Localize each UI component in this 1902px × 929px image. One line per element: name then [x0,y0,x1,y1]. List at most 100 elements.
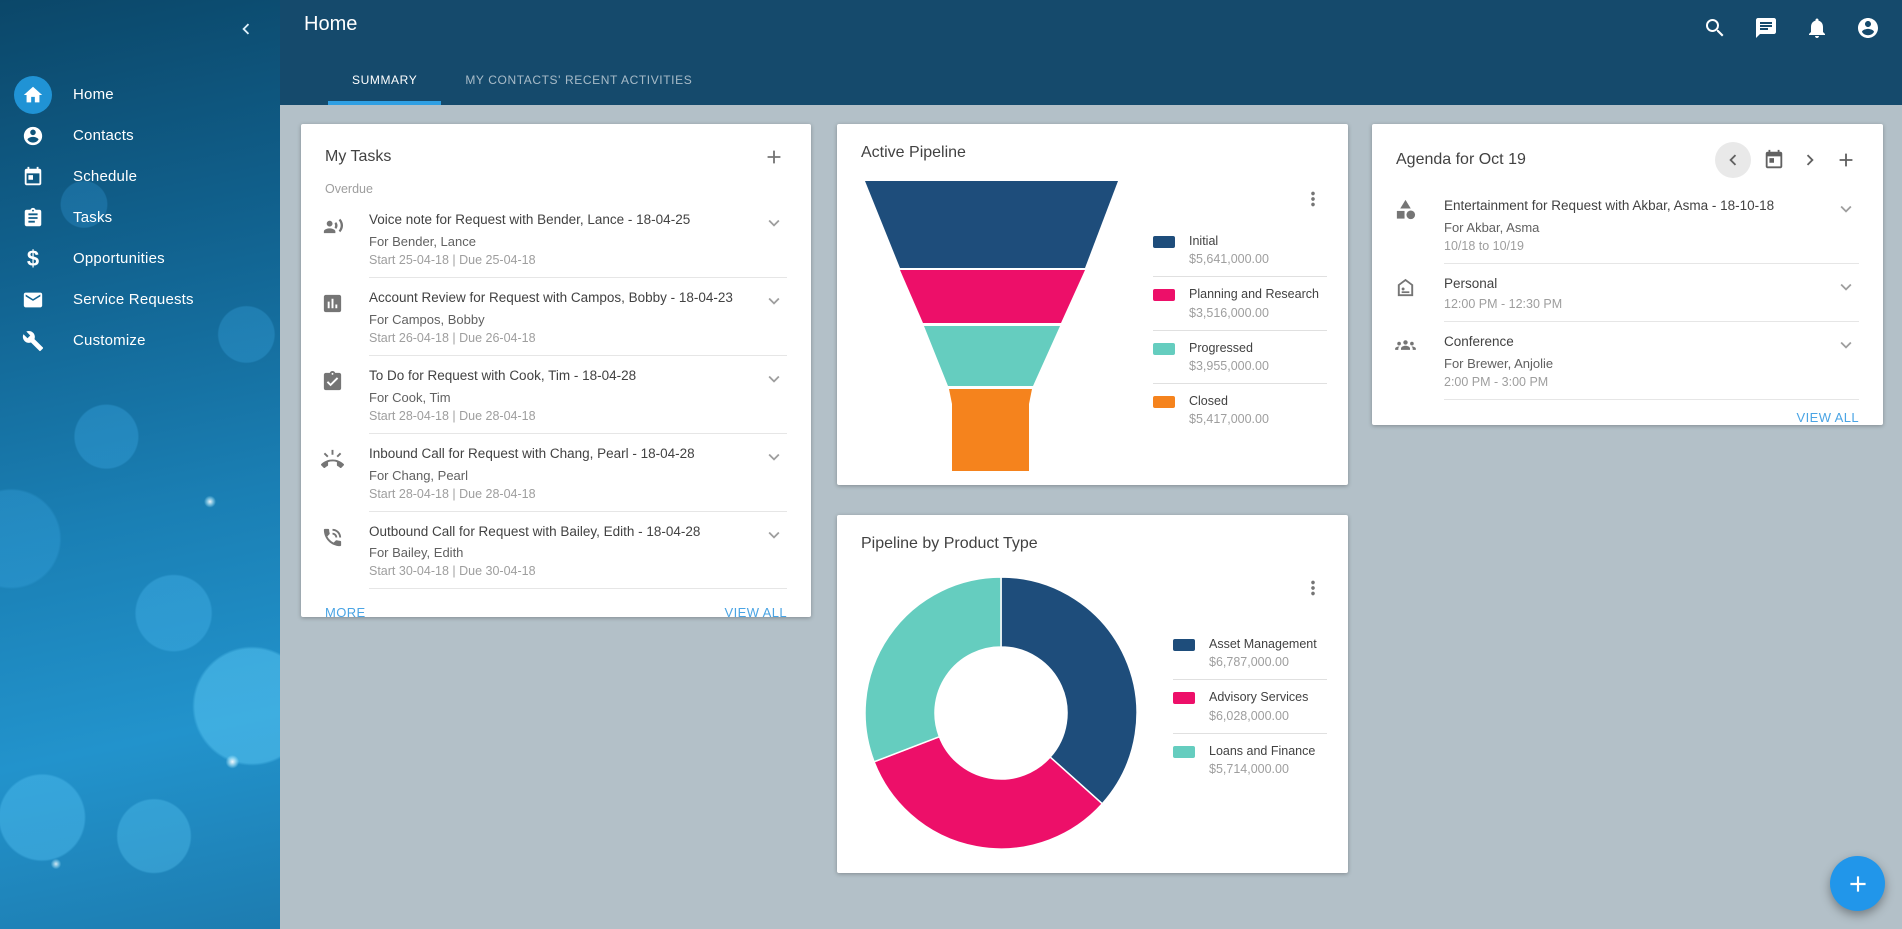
legend-swatch [1153,343,1175,355]
task-for: For Bailey, Edith [369,545,753,560]
legend-label: Planning and Research [1189,286,1319,302]
create-fab-button[interactable] [1830,856,1885,911]
tasks-view-all-button[interactable]: VIEW ALL [725,605,787,620]
legend-row[interactable]: Closed $5,417,000.00 [1153,383,1327,436]
legend-swatch [1173,692,1195,704]
agenda-row[interactable]: Conference For Brewer, Anjolie 2:00 PM -… [1372,322,1883,400]
legend-row[interactable]: Loans and Finance $5,714,000.00 [1173,733,1327,786]
chevron-down-icon[interactable] [1835,334,1859,389]
agenda-prev-button[interactable] [1715,142,1751,178]
chevron-down-icon[interactable] [1835,198,1859,253]
legend-row[interactable]: Advisory Services $6,028,000.00 [1173,679,1327,732]
legend-value: $6,028,000.00 [1209,709,1308,723]
task-dates: Start 28-04-18 | Due 28-04-18 [369,487,753,501]
todo-icon [321,370,345,434]
agenda-item-time: 2:00 PM - 3:00 PM [1444,375,1825,389]
legend-label: Loans and Finance [1209,743,1315,759]
legend-swatch [1173,746,1195,758]
task-title: To Do for Request with Cook, Tim - 18-04… [369,368,753,385]
agenda-row[interactable]: Personal 12:00 PM - 12:30 PM [1372,264,1883,322]
more-button[interactable]: MORE [325,605,366,620]
chevron-down-icon[interactable] [763,212,787,267]
tab[interactable]: SUMMARY [328,59,441,105]
sidebar-item[interactable]: Tasks [0,197,280,238]
legend-row[interactable]: Initial $5,641,000.00 [1153,224,1327,276]
task-row[interactable]: Inbound Call for Request with Chang, Pea… [301,434,811,512]
agenda-item-time: 12:00 PM - 12:30 PM [1444,297,1825,311]
legend-row[interactable]: Progressed $3,955,000.00 [1153,330,1327,383]
chevron-down-icon[interactable] [763,290,787,345]
sidebar: Home Contacts Schedule Tasks $ Opportuni… [0,0,280,929]
task-dates: Start 26-04-18 | Due 26-04-18 [369,331,753,345]
chevron-left-icon [1722,149,1744,171]
personal-icon [1394,276,1418,322]
agenda-add-button[interactable] [1833,147,1859,173]
chevron-right-icon [1799,149,1821,171]
sidebar-item-label: Opportunities [73,250,165,267]
chevron-down-icon[interactable] [1835,276,1859,311]
voice-note-icon [321,214,345,278]
sidebar-item[interactable]: Home [0,74,280,115]
sidebar-item[interactable]: Contacts [0,115,280,156]
sidebar-item[interactable]: Service Requests [0,279,280,320]
notifications-icon[interactable] [1805,16,1831,42]
chevron-down-icon[interactable] [763,446,787,501]
task-dates: Start 28-04-18 | Due 28-04-18 [369,409,753,423]
task-for: For Campos, Bobby [369,312,753,327]
sidebar-item-label: Home [73,86,114,103]
agenda-row[interactable]: Entertainment for Request with Akbar, As… [1372,186,1883,264]
legend-row[interactable]: Asset Management $6,787,000.00 [1173,627,1327,679]
sidebar-item-label: Service Requests [73,291,194,308]
legend-swatch [1153,236,1175,248]
customize-icon [14,322,52,360]
agenda-item-for: For Akbar, Asma [1444,220,1825,235]
plus-icon [1845,871,1871,897]
legend-label: Initial [1189,233,1269,249]
sidebar-item-label: Customize [73,332,146,349]
chat-icon[interactable] [1754,16,1780,42]
legend-value: $5,417,000.00 [1189,412,1269,426]
task-row[interactable]: Voice note for Request with Bender, Lanc… [301,200,811,278]
legend-swatch [1153,289,1175,301]
tab[interactable]: MY CONTACTS' RECENT ACTIVITIES [441,59,716,105]
task-for: For Cook, Tim [369,390,753,405]
agenda-calendar-button[interactable] [1761,147,1787,173]
donut-slice[interactable] [865,577,1001,762]
donut-slice[interactable] [1001,577,1137,804]
my-tasks-title: My Tasks [325,148,391,166]
account-icon[interactable] [1856,16,1882,42]
task-title: Account Review for Request with Campos, … [369,290,753,307]
agenda-item-title: Personal [1444,276,1825,293]
task-dates: Start 25-04-18 | Due 25-04-18 [369,253,753,267]
legend-row[interactable]: Planning and Research $3,516,000.00 [1153,276,1327,329]
task-dates: Start 30-04-18 | Due 30-04-18 [369,564,753,578]
legend-value: $3,955,000.00 [1189,359,1269,373]
legend-label: Progressed [1189,340,1269,356]
task-for: For Chang, Pearl [369,468,753,483]
task-row[interactable]: To Do for Request with Cook, Tim - 18-04… [301,356,811,434]
sidebar-item[interactable]: Schedule [0,156,280,197]
inbound-call-icon [321,448,345,512]
tasks-icon [14,199,52,237]
sidebar-item[interactable]: $ Opportunities [0,238,280,279]
search-icon[interactable] [1703,16,1729,42]
sidebar-item-label: Schedule [73,168,137,185]
chevron-down-icon[interactable] [763,524,787,579]
task-row[interactable]: Account Review for Request with Campos, … [301,278,811,356]
chevron-down-icon[interactable] [763,368,787,423]
add-task-button[interactable] [761,144,787,170]
legend-label: Closed [1189,393,1269,409]
task-row[interactable]: Outbound Call for Request with Bailey, E… [301,512,811,590]
sidebar-item[interactable]: Customize [0,320,280,361]
calendar-icon [1763,149,1785,171]
legend-value: $6,787,000.00 [1209,655,1317,669]
account-review-icon [321,292,345,356]
task-for: For Bender, Lance [369,234,753,249]
agenda-item-title: Conference [1444,334,1825,351]
agenda-view-all-button[interactable]: VIEW ALL [1797,410,1859,425]
tab-bar: SUMMARY MY CONTACTS' RECENT ACTIVITIES [328,59,716,105]
sidebar-nav: Home Contacts Schedule Tasks $ Opportuni… [0,74,280,361]
sidebar-collapse-button[interactable] [232,15,260,43]
agenda-title: Agenda for Oct 19 [1396,151,1526,169]
agenda-next-button[interactable] [1797,147,1823,173]
